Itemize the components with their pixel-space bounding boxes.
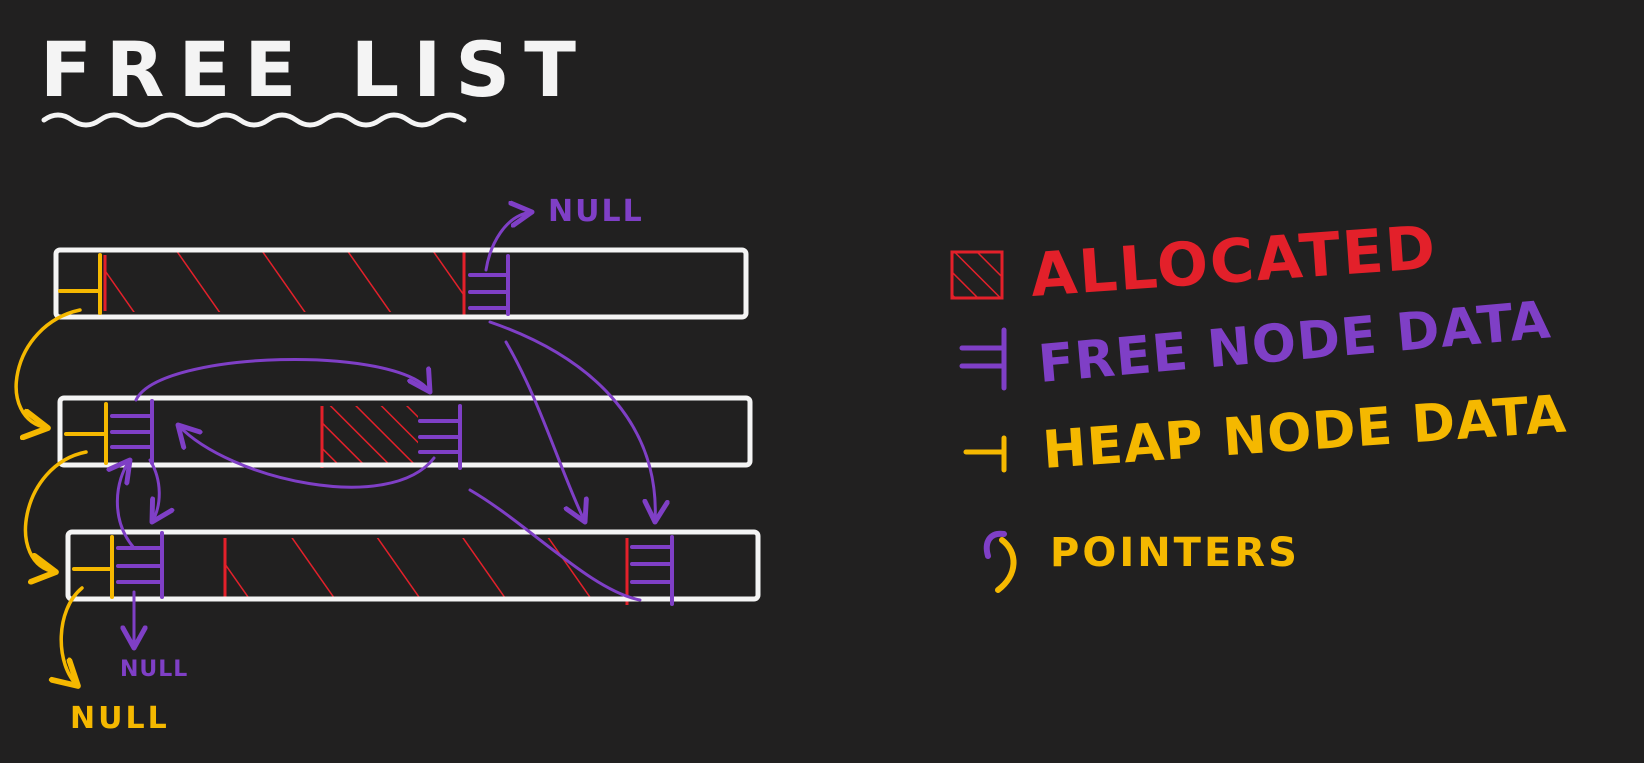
free-node-marker [116, 531, 164, 599]
page-title: FREE LIST [40, 25, 590, 114]
heap-node-marker-icon [963, 435, 1007, 473]
pointer-arrow [61, 586, 84, 686]
allocated-block [225, 538, 625, 599]
free-node-marker [110, 399, 154, 465]
pointer-arrow [14, 308, 82, 428]
free-list-diagram: FREE LIST NULL NULL NULL ALLOCATED FREE … [0, 0, 1644, 763]
title-underline [41, 112, 467, 128]
null-label-top: NULL [548, 194, 644, 229]
legend-label: FREE NODE DATA [1036, 290, 1554, 395]
heap-row-1 [53, 247, 749, 320]
legend-label: ALLOCATED [1028, 213, 1439, 311]
allocated-block [105, 252, 465, 312]
legend: ALLOCATED FREE NODE DATA HEAP NODE DATA … [950, 213, 1569, 593]
heap-node-pointers [14, 308, 88, 686]
pointer-arrow [134, 357, 430, 402]
legend-item-allocated: ALLOCATED [950, 213, 1439, 311]
free-node-marker-icon [959, 327, 1007, 391]
heap-row-3 [65, 529, 761, 606]
pointer-arrow [23, 450, 88, 572]
hatched-square-icon [950, 250, 1004, 300]
free-node-marker [418, 404, 462, 470]
legend-item-heap-node: HEAP NODE DATA [963, 384, 1569, 481]
free-node-marker [630, 535, 674, 606]
legend-label: HEAP NODE DATA [1041, 384, 1569, 480]
pointer-arrow [148, 458, 159, 522]
pointer-arrow [504, 340, 585, 522]
heap-node-marker [58, 253, 102, 315]
allocated-block [322, 406, 418, 466]
null-label-bottom: NULL [70, 701, 170, 736]
legend-item-pointers: POINTERS [983, 530, 1300, 593]
curved-arrow-icon [983, 530, 1017, 593]
pointer-arrow [117, 460, 136, 550]
free-node-marker [468, 254, 510, 316]
legend-label: POINTERS [1050, 530, 1300, 576]
null-label-middle: NULL [120, 657, 188, 682]
whiteboard: FREE LIST NULL NULL NULL ALLOCATED FREE … [14, 25, 1569, 736]
heap-node-marker [64, 402, 108, 465]
